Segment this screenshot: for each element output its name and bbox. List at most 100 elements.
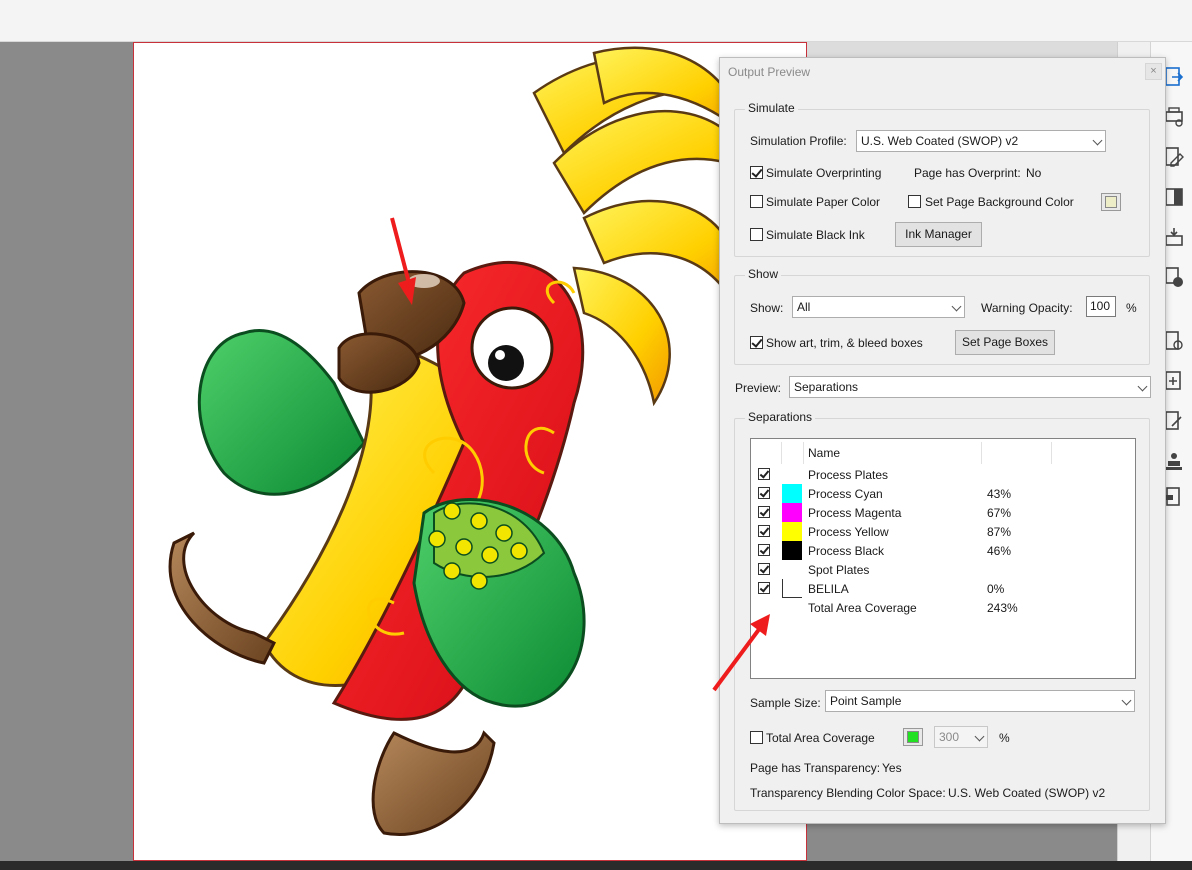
separation-percent: 67% <box>987 506 1012 520</box>
show-select[interactable]: All <box>792 296 965 318</box>
separation-name: Process Black <box>808 544 885 558</box>
chevron-down-icon <box>974 731 985 742</box>
show-boxes-checkbox[interactable] <box>750 336 763 349</box>
separation-percent: 243% <box>987 601 1018 615</box>
separation-row[interactable]: Spot Plates <box>751 560 1135 579</box>
separations-list-header: Name <box>751 439 1135 465</box>
pdf-page[interactable] <box>133 42 807 861</box>
separation-name: Total Area Coverage <box>808 601 917 615</box>
separation-visible-checkbox[interactable] <box>758 525 770 537</box>
separations-group-label: Separations <box>745 410 816 424</box>
page-transparency-value: Yes <box>882 761 902 775</box>
create-pdf-icon[interactable] <box>1163 330 1185 352</box>
blend-space-label: Transparency Blending Color Space: <box>750 786 946 800</box>
request-signature-icon[interactable] <box>1163 410 1185 432</box>
redact-icon[interactable] <box>1163 266 1185 288</box>
page-bg-color-swatch[interactable] <box>1101 193 1121 211</box>
separation-name: Process Cyan <box>808 487 883 501</box>
compare-icon[interactable] <box>1163 186 1185 208</box>
separation-name: Process Magenta <box>808 506 902 520</box>
separation-percent: 43% <box>987 487 1012 501</box>
protect-icon[interactable] <box>1163 486 1185 508</box>
separation-visible-checkbox[interactable] <box>758 563 770 575</box>
page-overprint-label: Page has Overprint: <box>914 166 1021 180</box>
app-toolbar <box>0 0 1192 42</box>
total-area-coverage-checkbox[interactable] <box>750 731 763 744</box>
show-select-value: All <box>797 300 811 314</box>
simulate-paper-color-checkbox[interactable] <box>750 195 763 208</box>
separation-row[interactable]: Process Black 46% <box>751 541 1135 560</box>
separation-percent: 46% <box>987 544 1012 558</box>
separation-percent: 87% <box>987 525 1012 539</box>
separation-color-swatch <box>782 522 802 541</box>
separation-row[interactable]: BELILA 0% <box>751 579 1135 598</box>
column-name-header[interactable]: Name <box>808 446 840 460</box>
set-page-bg-color-checkbox[interactable] <box>908 195 921 208</box>
separation-visible-checkbox[interactable] <box>758 468 770 480</box>
separation-row[interactable]: Process Yellow 87% <box>751 522 1135 541</box>
tac-value-select[interactable]: 300 <box>934 726 988 748</box>
tac-value: 300 <box>939 730 960 744</box>
chevron-down-icon <box>951 301 962 312</box>
warning-opacity-input[interactable]: 100 <box>1086 296 1116 317</box>
column-divider <box>981 442 982 464</box>
tac-color-swatch[interactable] <box>903 728 923 746</box>
dialog-title: Output Preview <box>728 65 811 79</box>
separation-row[interactable]: Process Cyan 43% <box>751 484 1135 503</box>
show-label: Show: <box>750 301 784 315</box>
blend-space-value: U.S. Web Coated (SWOP) v2 <box>948 786 1106 800</box>
sample-size-value: Point Sample <box>830 694 902 708</box>
close-button[interactable]: × <box>1145 63 1162 80</box>
separation-color-swatch <box>782 503 802 522</box>
simulate-black-ink-label: Simulate Black Ink <box>766 228 865 242</box>
combine-icon[interactable] <box>1163 370 1185 392</box>
chevron-down-icon <box>1137 381 1148 392</box>
simulate-black-ink-checkbox[interactable] <box>750 228 763 241</box>
column-divider <box>781 442 782 464</box>
separation-name: BELILA <box>808 582 849 596</box>
separation-row[interactable]: Total Area Coverage 243% <box>751 598 1135 617</box>
separation-name: Process Plates <box>808 468 889 482</box>
separation-visible-checkbox[interactable] <box>758 506 770 518</box>
simulate-group-label: Simulate <box>745 101 798 115</box>
simulate-paper-color-label: Simulate Paper Color <box>766 195 881 209</box>
export-pdf-icon[interactable] <box>1163 66 1185 88</box>
output-preview-dialog: Output Preview × Simulate Simulation Pro… <box>719 57 1166 824</box>
chevron-down-icon <box>1121 695 1132 706</box>
fill-sign-icon[interactable] <box>1163 226 1185 248</box>
preview-select-value: Separations <box>794 380 859 394</box>
show-boxes-label: Show art, trim, & bleed boxes <box>766 336 923 350</box>
separations-list[interactable]: Name Process Plates Process Cyan 43% Proces… <box>750 438 1136 679</box>
simulate-overprinting-label: Simulate Overprinting <box>766 166 882 180</box>
print-production-icon[interactable] <box>1163 106 1185 128</box>
set-page-boxes-button[interactable]: Set Page Boxes <box>955 330 1055 355</box>
simulation-profile-select[interactable]: U.S. Web Coated (SWOP) v2 <box>856 130 1106 152</box>
annotation-arrow-bottom <box>712 614 770 692</box>
separation-color-swatch <box>782 484 802 503</box>
separation-row[interactable]: Process Magenta 67% <box>751 503 1135 522</box>
tac-percent: % <box>999 731 1010 745</box>
separation-row[interactable]: Process Plates <box>751 465 1135 484</box>
stamp-icon[interactable] <box>1163 450 1185 472</box>
separation-visible-checkbox[interactable] <box>758 487 770 499</box>
warning-opacity-label: Warning Opacity: <box>981 301 1073 315</box>
page-transparency-label: Page has Transparency: <box>750 761 881 775</box>
ink-manager-button[interactable]: Ink Manager <box>895 222 982 247</box>
edit-pdf-icon[interactable] <box>1163 146 1185 168</box>
show-group: Show <box>734 267 1150 365</box>
color-swatch <box>907 731 919 743</box>
separation-name: Spot Plates <box>808 563 870 577</box>
preview-select[interactable]: Separations <box>789 376 1151 398</box>
color-swatch <box>1105 196 1117 208</box>
separation-color-swatch <box>782 541 802 560</box>
chevron-down-icon <box>1092 135 1103 146</box>
separation-visible-checkbox[interactable] <box>758 582 770 594</box>
annotation-arrow-top <box>390 217 416 305</box>
page-overprint-value: No <box>1026 166 1042 180</box>
simulate-overprinting-checkbox[interactable] <box>750 166 763 179</box>
simulation-profile-value: U.S. Web Coated (SWOP) v2 <box>861 134 1019 148</box>
simulation-profile-label: Simulation Profile: <box>750 134 847 148</box>
preview-label: Preview: <box>735 381 782 395</box>
separation-visible-checkbox[interactable] <box>758 544 770 556</box>
sample-size-select[interactable]: Point Sample <box>825 690 1135 712</box>
